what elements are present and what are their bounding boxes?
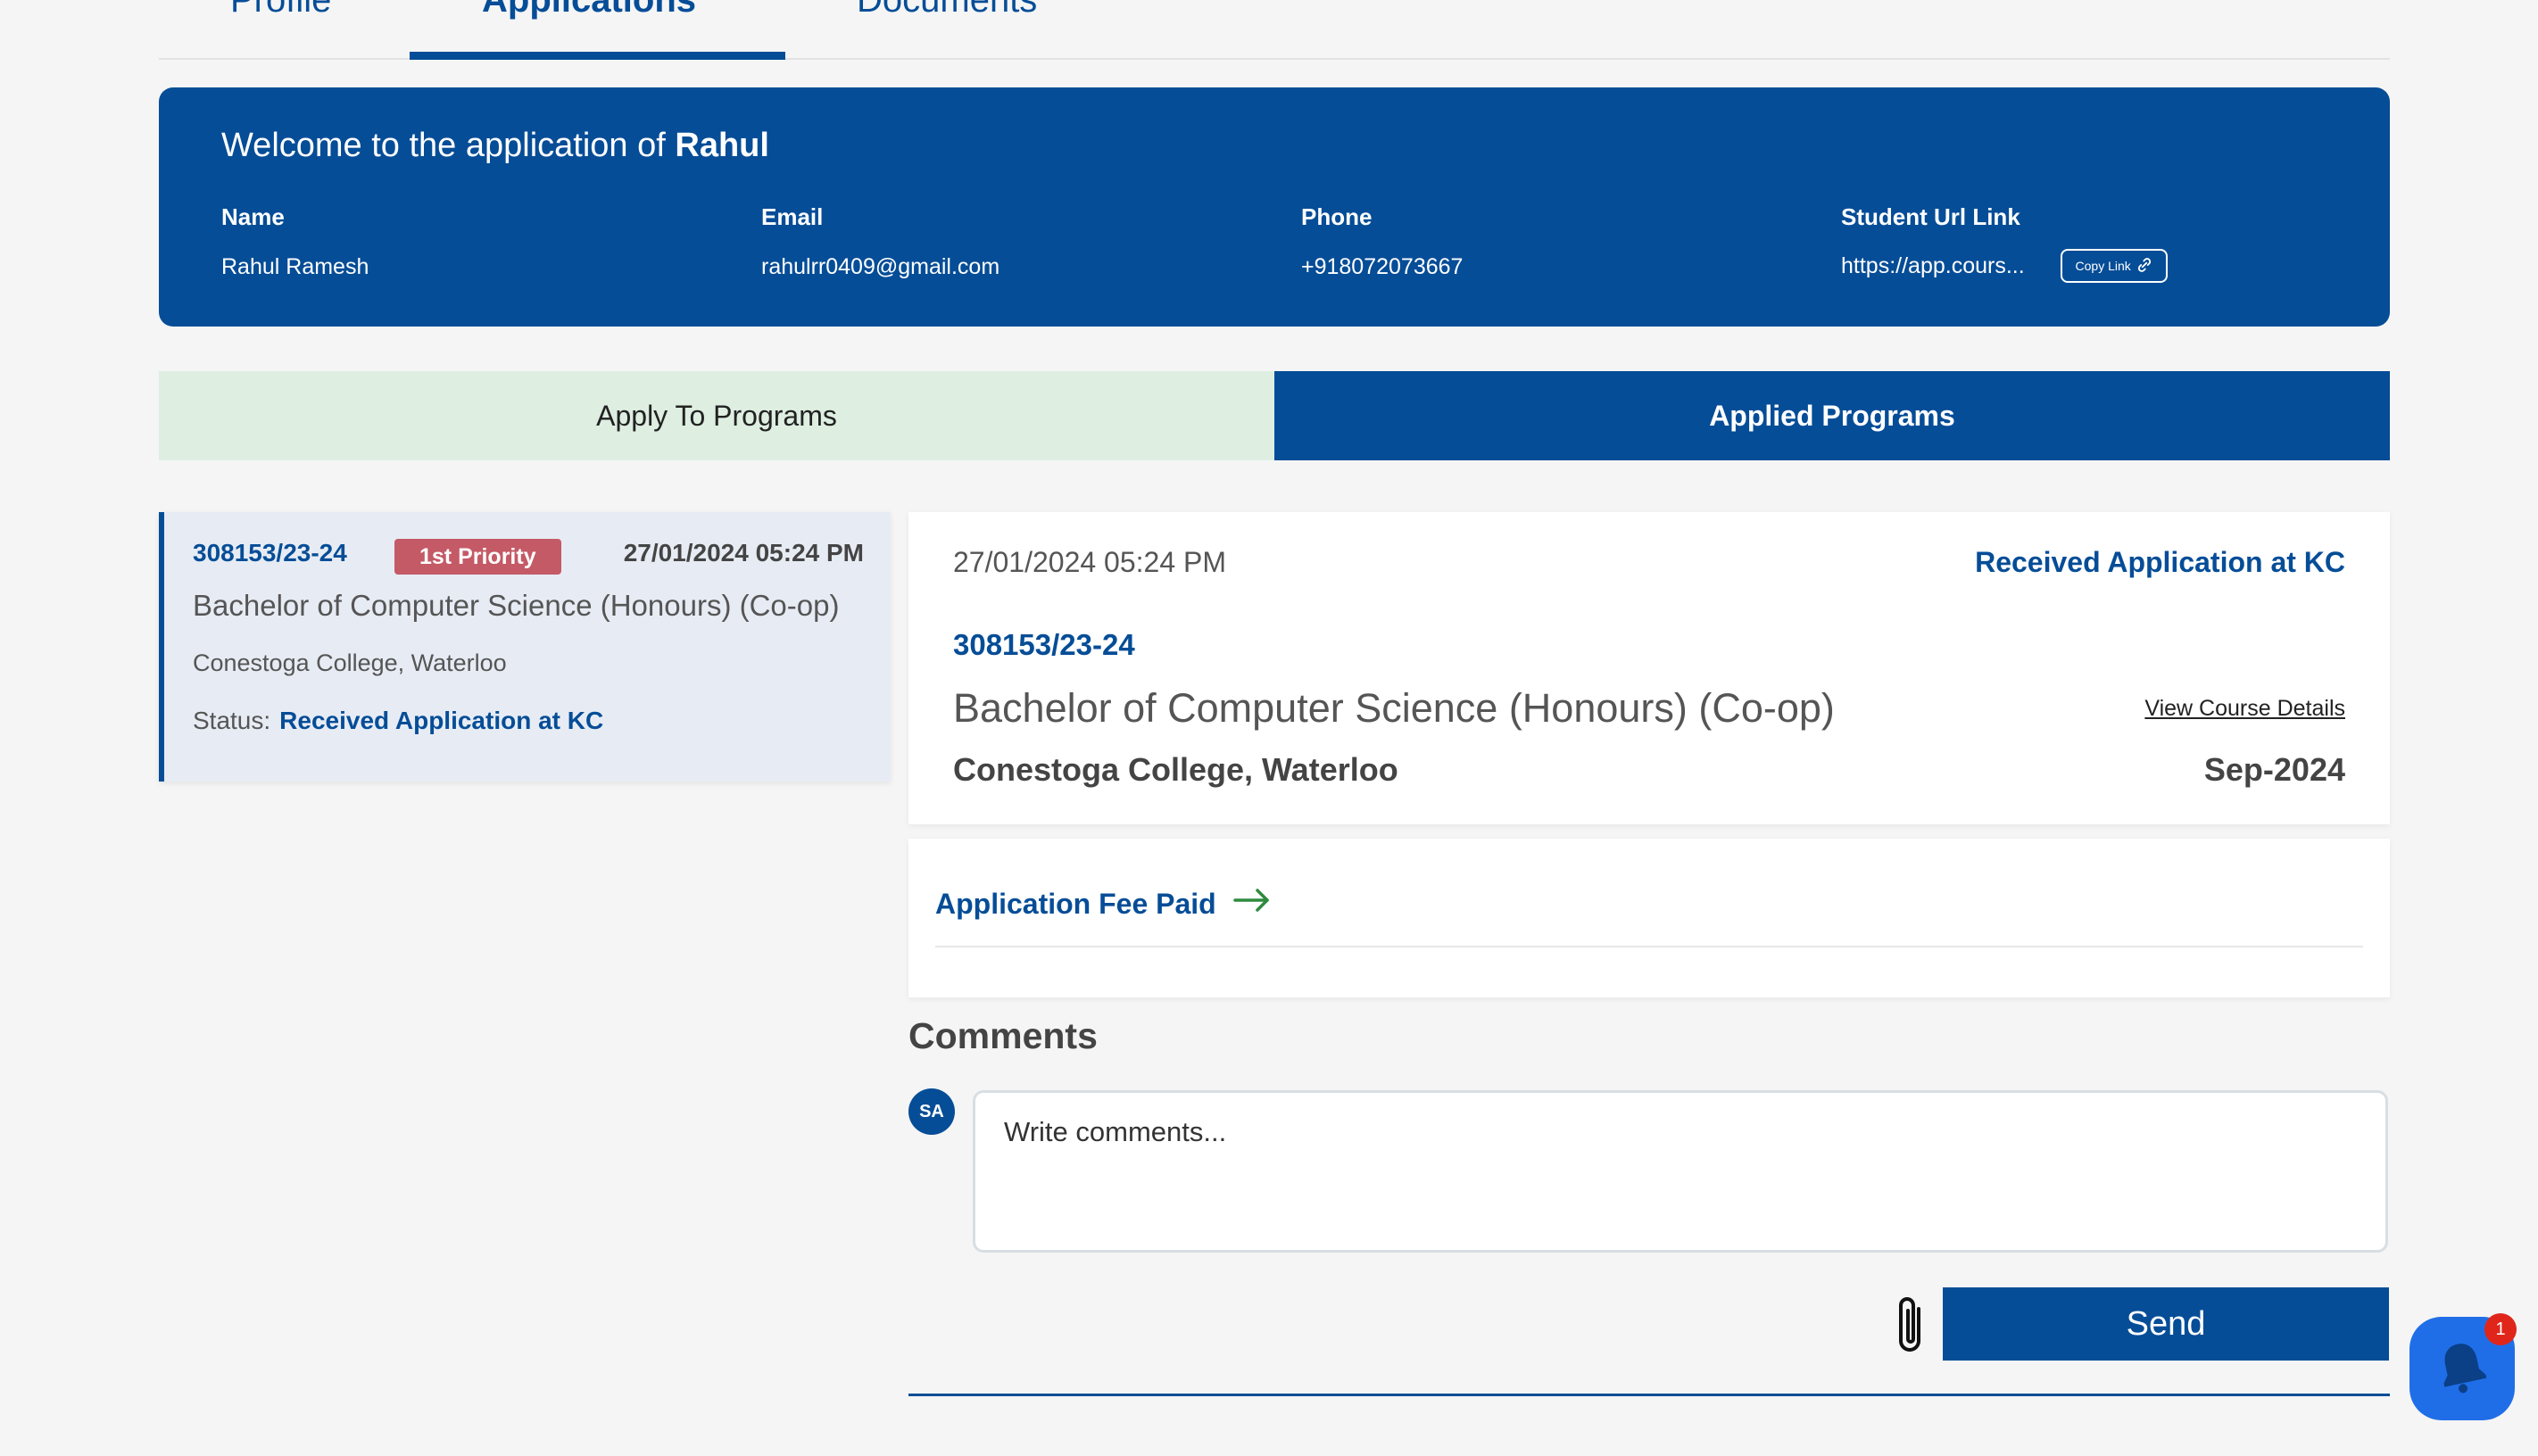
detail-intake: Sep-2024 xyxy=(2203,751,2345,788)
phone-label: Phone xyxy=(1301,203,1373,230)
application-id: 308153/23-24 xyxy=(193,539,347,567)
link-icon xyxy=(2136,257,2152,276)
application-program: Bachelor of Computer Science (Honours) (… xyxy=(193,589,840,622)
name-field: Name Rahul Ramesh xyxy=(221,203,369,280)
application-college: Conestoga College, Waterloo xyxy=(193,649,507,676)
detail-application-id: 308153/23-24 xyxy=(953,628,1135,661)
view-course-details-link[interactable]: View Course Details xyxy=(2144,696,2345,722)
page: Profile Applications Documents Welcome t… xyxy=(0,0,2538,1456)
fee-card: Application Fee Paid xyxy=(908,839,2390,997)
top-tabs: Profile Applications Documents xyxy=(159,0,2390,60)
application-fee-link[interactable]: Application Fee Paid xyxy=(935,887,1272,921)
student-url-value: https://app.cours... xyxy=(1841,252,2025,278)
notification-count-badge: 1 xyxy=(2484,1313,2517,1345)
send-button[interactable]: Send xyxy=(1943,1287,2389,1361)
name-value: Rahul Ramesh xyxy=(221,254,369,279)
program-tabs: Apply To Programs Applied Programs xyxy=(159,371,2390,460)
copy-link-button[interactable]: Copy Link xyxy=(2060,249,2168,283)
tab-applications[interactable]: Applications xyxy=(482,0,696,21)
bell-icon xyxy=(2437,1340,2487,1398)
tab-apply-to-programs[interactable]: Apply To Programs xyxy=(159,371,1274,460)
welcome-prefix: Welcome to the application of xyxy=(221,127,666,164)
phone-field: Phone +918072073667 xyxy=(1301,203,1463,280)
student-url-row: https://app.cours... Copy Link xyxy=(1841,249,2168,283)
arrow-right-icon xyxy=(1232,887,1272,921)
comments-title: Comments xyxy=(908,1015,1098,1056)
welcome-title: Welcome to the application of Rahul xyxy=(221,127,769,165)
application-status: Status: Received Application at KC xyxy=(193,707,603,735)
copy-link-label: Copy Link xyxy=(2075,259,2131,273)
priority-badge: 1st Priority xyxy=(394,539,561,575)
paperclip-icon[interactable] xyxy=(1890,1292,1933,1360)
application-list-item[interactable]: 308153/23-24 1st Priority 27/01/2024 05:… xyxy=(159,512,891,782)
comments-divider xyxy=(908,1394,2390,1396)
welcome-student-name: Rahul xyxy=(675,127,769,164)
application-date: 27/01/2024 05:24 PM xyxy=(623,539,864,567)
avatar: SA xyxy=(908,1088,955,1135)
comment-input[interactable] xyxy=(973,1090,2388,1253)
status-label: Status: xyxy=(193,707,271,734)
application-detail-card: 27/01/2024 05:24 PM Received Application… xyxy=(908,512,2390,824)
email-field: Email rahulrr0409@gmail.com xyxy=(761,203,999,280)
fee-label: Application Fee Paid xyxy=(935,887,1216,920)
student-url-label: Student Url Link xyxy=(1841,203,2020,230)
email-value: rahulrr0409@gmail.com xyxy=(761,254,1000,279)
name-label: Name xyxy=(221,203,285,230)
detail-date: 27/01/2024 05:24 PM xyxy=(953,546,1227,578)
tab-profile[interactable]: Profile xyxy=(230,0,331,21)
student-url-field: Student Url Link https://app.cours... Co… xyxy=(1841,203,2168,283)
active-tab-indicator xyxy=(410,52,785,60)
notifications-button[interactable]: 1 xyxy=(2409,1313,2517,1420)
status-value: Received Application at KC xyxy=(279,707,604,734)
phone-value: +918072073667 xyxy=(1301,254,1464,279)
tab-documents[interactable]: Documents xyxy=(857,0,1037,21)
detail-status: Received Application at KC xyxy=(1975,546,2345,578)
detail-program: Bachelor of Computer Science (Honours) (… xyxy=(953,685,1835,731)
detail-college: Conestoga College, Waterloo xyxy=(953,751,1398,788)
email-label: Email xyxy=(761,203,824,230)
welcome-card: Welcome to the application of Rahul Name… xyxy=(159,87,2390,327)
tab-applied-programs[interactable]: Applied Programs xyxy=(1274,371,2390,460)
fee-divider xyxy=(935,946,2363,947)
